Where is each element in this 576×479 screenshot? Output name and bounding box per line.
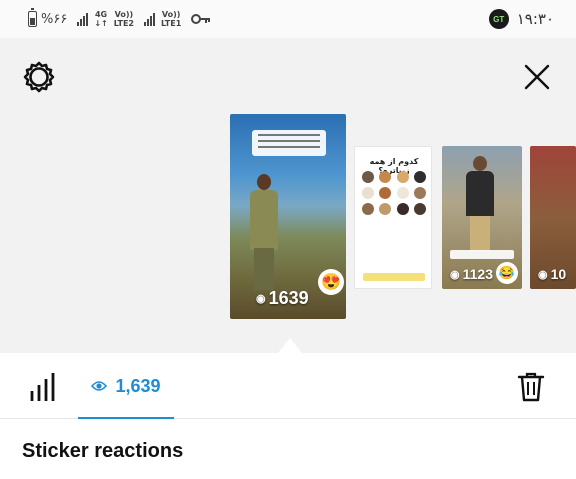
story-preview-area: 😍 ◉ 1639 کدوم از همه زیباتره؟ ◉ 1123 😂 ◉ bbox=[0, 38, 576, 353]
story-thumbnail-selected[interactable]: 😍 ◉ 1639 bbox=[230, 114, 346, 319]
sim2-volte: Vo)) LTE1 bbox=[161, 10, 181, 28]
tab-viewers[interactable]: 1,639 bbox=[78, 353, 174, 419]
story-views-value: 1123 bbox=[462, 266, 493, 282]
story-views-value: 1639 bbox=[268, 288, 309, 308]
selected-story-pointer bbox=[278, 338, 302, 353]
story-views-value: 10 bbox=[550, 266, 567, 282]
story-caption bbox=[252, 130, 326, 156]
eye-icon: ◉ bbox=[538, 268, 548, 281]
sim1-volte: Vo)) LTE2 bbox=[114, 10, 134, 28]
gear-icon[interactable] bbox=[22, 60, 56, 94]
battery-icon bbox=[28, 8, 37, 27]
insights-tab-bar: 1,639 bbox=[0, 353, 576, 419]
emoji-slider-bar bbox=[363, 273, 425, 281]
sim2-volte-label: Vo)) bbox=[161, 10, 181, 19]
app-notification-icon: GT bbox=[488, 9, 509, 29]
eye-icon: ◉ bbox=[450, 268, 460, 281]
story-view-count: ◉ 1639 bbox=[256, 288, 309, 309]
story-thumbnail[interactable]: ◉ 1123 😂 bbox=[442, 146, 522, 289]
signal-icon bbox=[144, 12, 155, 26]
story-thumbnail[interactable]: کدوم از همه زیباتره؟ bbox=[354, 146, 432, 289]
emoji-slider-sticker: 😍 bbox=[318, 269, 344, 295]
sim1-lte-label: LTE2 bbox=[113, 19, 134, 28]
viewers-count: 1,639 bbox=[115, 375, 161, 396]
section-title: Sticker reactions bbox=[22, 440, 184, 462]
vpn-key-icon bbox=[191, 14, 211, 24]
clock: ۱۹:۳۰ bbox=[516, 10, 554, 28]
status-bar: %۶۶ 4G ↓↑ Vo)) LTE2 Vo)) LTE1 GT ۱۹:۳۰ bbox=[0, 0, 576, 38]
bar-chart-icon[interactable] bbox=[26, 371, 62, 403]
story-person-image bbox=[246, 174, 282, 294]
trash-icon[interactable] bbox=[514, 369, 548, 403]
sim1-network-type: 4G bbox=[94, 10, 108, 19]
signal-icon bbox=[77, 12, 89, 26]
sim1-network: 4G ↓↑ bbox=[94, 10, 107, 28]
battery-percent: %۶۶ bbox=[41, 11, 68, 27]
status-left: %۶۶ 4G ↓↑ Vo)) LTE2 Vo)) LTE1 bbox=[28, 8, 211, 30]
eye-icon bbox=[91, 381, 108, 391]
story-caption bbox=[450, 250, 514, 259]
eye-icon: ◉ bbox=[256, 293, 266, 305]
dog-grid-image bbox=[361, 171, 427, 215]
story-thumbnail[interactable]: ◉ 10 bbox=[530, 146, 576, 289]
story-view-count: ◉ 10 bbox=[538, 266, 566, 282]
status-right: GT ۱۹:۳۰ bbox=[488, 8, 554, 30]
story-person-image bbox=[464, 156, 496, 252]
close-icon[interactable] bbox=[520, 60, 554, 94]
emoji-slider-sticker: 😂 bbox=[496, 262, 518, 284]
data-arrows-icon: ↓↑ bbox=[94, 19, 108, 28]
story-view-count: ◉ 1123 bbox=[450, 266, 493, 282]
sim2-lte-label: LTE1 bbox=[161, 19, 182, 28]
sim1-volte-label: Vo)) bbox=[114, 10, 134, 19]
